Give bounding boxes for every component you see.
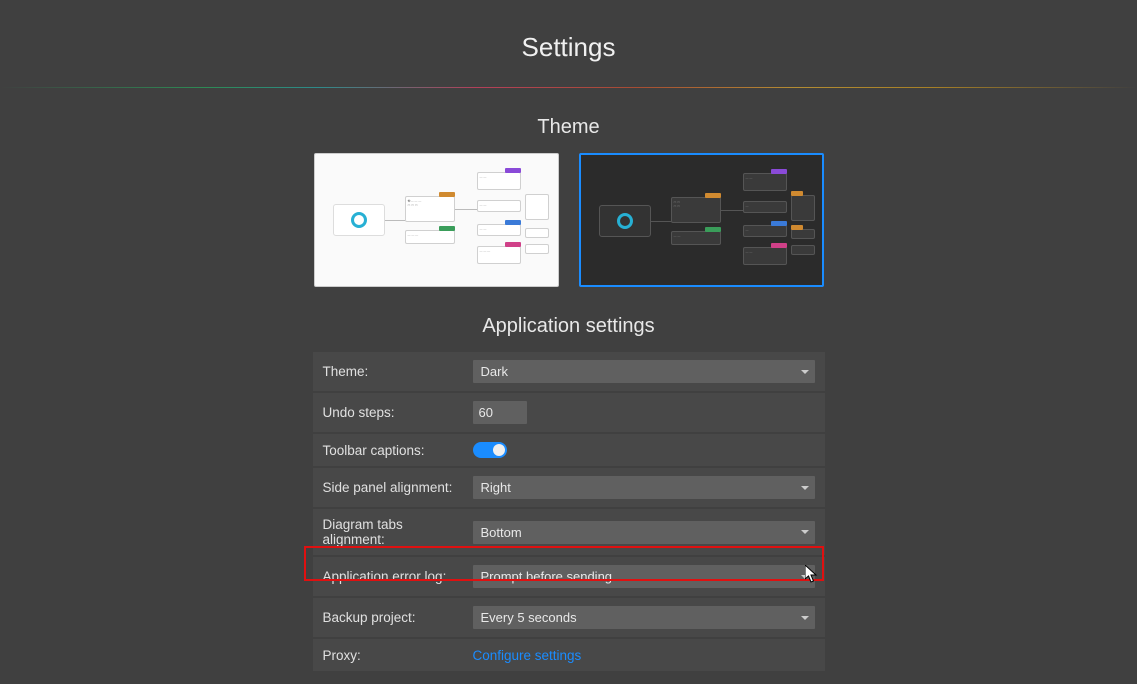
row-side-panel-alignment: Side panel alignment: Right	[313, 467, 825, 508]
link-proxy-configure[interactable]: Configure settings	[473, 648, 582, 663]
label-proxy: Proxy:	[313, 638, 463, 672]
caret-icon	[801, 486, 809, 490]
caret-icon	[801, 370, 809, 374]
select-theme[interactable]: Dark	[473, 360, 815, 383]
select-error-log[interactable]: Prompt before sending	[473, 565, 815, 588]
select-backup-value: Every 5 seconds	[481, 610, 577, 625]
row-backup-project: Backup project: Every 5 seconds	[313, 597, 825, 638]
app-settings-title: Application settings	[0, 315, 1137, 338]
label-toolbar-captions: Toolbar captions:	[313, 433, 463, 467]
header-divider	[0, 87, 1137, 88]
input-undo-steps[interactable]	[473, 401, 527, 424]
toggle-knob	[493, 444, 505, 456]
row-toolbar-captions: Toolbar captions:	[313, 433, 825, 467]
theme-section-title: Theme	[0, 116, 1137, 139]
select-diagram-tabs-value: Bottom	[481, 525, 522, 540]
row-error-log: Application error log: Prompt before sen…	[313, 556, 825, 597]
row-proxy: Proxy: Configure settings	[313, 638, 825, 672]
theme-option-dark[interactable]: ▭ ▭▭ ▭ — — — — — — — —	[579, 153, 824, 287]
row-theme: Theme: Dark	[313, 352, 825, 392]
caret-icon	[801, 575, 809, 579]
label-backup: Backup project:	[313, 597, 463, 638]
select-side-panel[interactable]: Right	[473, 476, 815, 499]
label-side-panel: Side panel alignment:	[313, 467, 463, 508]
label-undo-steps: Undo steps:	[313, 392, 463, 433]
label-diagram-tabs: Diagram tabs alignment:	[313, 508, 463, 556]
select-side-panel-value: Right	[481, 480, 511, 495]
label-theme: Theme:	[313, 352, 463, 392]
app-settings-table: Theme: Dark Undo steps: Toolbar captions…	[313, 352, 825, 673]
select-backup[interactable]: Every 5 seconds	[473, 606, 815, 629]
row-undo-steps: Undo steps:	[313, 392, 825, 433]
select-diagram-tabs[interactable]: Bottom	[473, 521, 815, 544]
theme-option-light[interactable]: �— — —▭ ▭ ▭ — — — — — — — — — — — —	[314, 153, 559, 287]
label-error-log: Application error log:	[313, 556, 463, 597]
toggle-toolbar-captions[interactable]	[473, 442, 507, 458]
caret-icon	[801, 530, 809, 534]
caret-icon	[801, 616, 809, 620]
page-title: Settings	[0, 0, 1137, 87]
row-diagram-tabs-alignment: Diagram tabs alignment: Bottom	[313, 508, 825, 556]
select-error-log-value: Prompt before sending	[481, 569, 613, 584]
select-theme-value: Dark	[481, 364, 508, 379]
theme-preview-row: �— — —▭ ▭ ▭ — — — — — — — — — — — — ▭ ▭▭…	[0, 153, 1137, 287]
